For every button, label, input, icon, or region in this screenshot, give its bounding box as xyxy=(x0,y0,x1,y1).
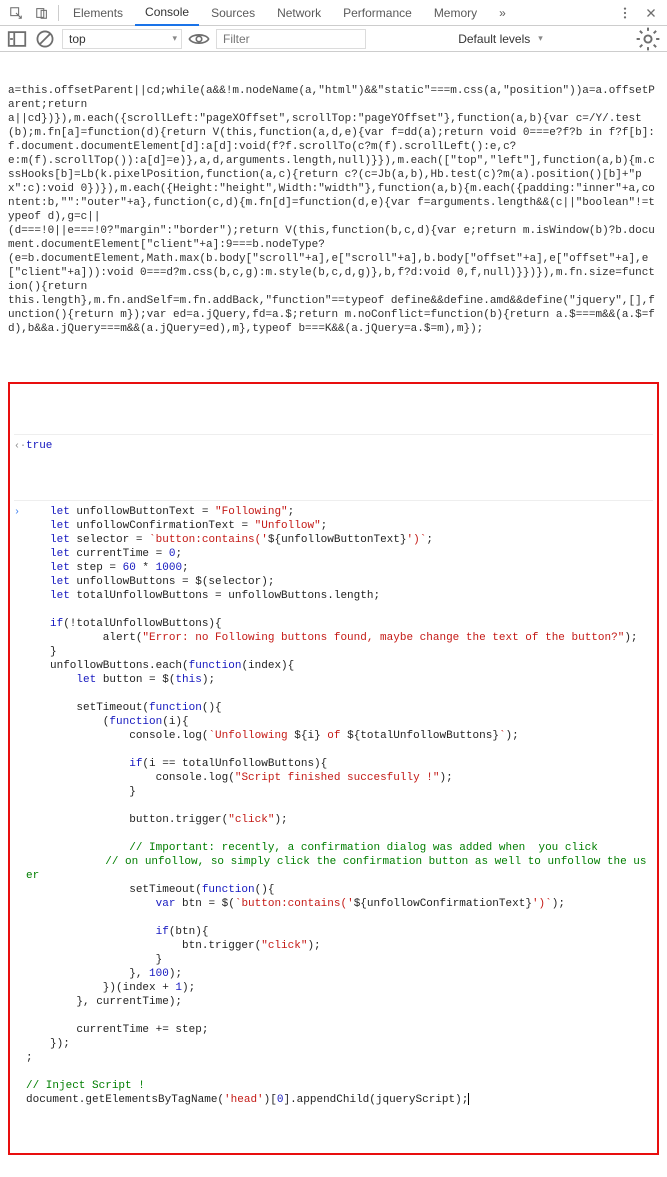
input-marker-icon: › xyxy=(14,505,26,520)
highlighted-region: ‹· true › let unfollowButtonText = "Foll… xyxy=(8,382,659,1155)
devtools-tab-bar: Elements Console Sources Network Perform… xyxy=(0,0,667,26)
tab-elements[interactable]: Elements xyxy=(63,0,133,26)
minified-js-output: a=this.offsetParent||cd;while(a&&!m.node… xyxy=(8,84,659,336)
tab-performance[interactable]: Performance xyxy=(333,0,422,26)
tab-sources[interactable]: Sources xyxy=(201,0,265,26)
filter-input[interactable] xyxy=(216,29,366,49)
code-input[interactable]: let unfollowButtonText = "Following"; le… xyxy=(26,505,653,1107)
device-toggle-icon[interactable] xyxy=(30,0,54,26)
context-label: top xyxy=(69,32,86,46)
kebab-menu-icon[interactable] xyxy=(613,0,637,26)
result-marker-icon: ‹· xyxy=(14,439,26,454)
tab-console[interactable]: Console xyxy=(135,0,199,26)
close-icon[interactable] xyxy=(639,0,663,26)
inspect-icon[interactable] xyxy=(4,0,28,26)
text-cursor xyxy=(468,1093,469,1105)
execution-context-select[interactable]: top xyxy=(62,29,182,49)
divider xyxy=(58,5,59,21)
console-output: a=this.offsetParent||cd;while(a&&!m.node… xyxy=(0,52,667,1177)
console-subbar: top Default levels xyxy=(0,26,667,52)
result-value: true xyxy=(26,440,52,452)
settings-gear-icon[interactable] xyxy=(635,26,661,52)
clear-console-icon[interactable] xyxy=(34,28,56,50)
tab-memory[interactable]: Memory xyxy=(424,0,487,26)
tab-network[interactable]: Network xyxy=(267,0,331,26)
console-result-row: ‹· true xyxy=(14,434,653,454)
levels-label: Default levels xyxy=(458,32,530,46)
sidebar-toggle-icon[interactable] xyxy=(6,28,28,50)
tab-more[interactable]: » xyxy=(489,0,516,26)
log-levels-select[interactable]: Default levels xyxy=(458,32,543,46)
live-expression-icon[interactable] xyxy=(188,28,210,50)
console-input-row[interactable]: › let unfollowButtonText = "Following"; … xyxy=(14,500,653,1107)
